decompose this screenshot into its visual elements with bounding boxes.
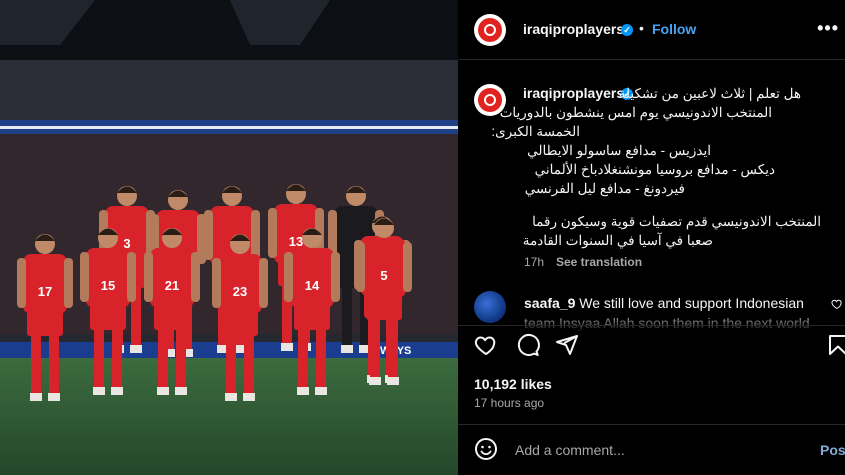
heart-icon[interactable] [474, 333, 498, 357]
verified-badge-icon: ✓ [621, 24, 633, 36]
jersey-number: 15 [101, 278, 115, 293]
jersey-number: 23 [233, 284, 247, 299]
see-translation-link[interactable]: See translation [556, 255, 642, 269]
composer-divider [458, 424, 845, 425]
jersey-number: 5 [380, 268, 387, 283]
caption-line-1: هل تعلم | ثلاث لاعبين من تشكيلة [618, 86, 801, 101]
follow-button[interactable]: Follow [652, 21, 696, 37]
comment-icon[interactable] [516, 333, 540, 357]
header-divider [458, 59, 845, 60]
likes-count[interactable]: 10,192 likes [474, 376, 552, 392]
caption-time[interactable]: 17h [524, 255, 544, 269]
caption-username[interactable]: iraqiproplayers [523, 85, 624, 101]
comment-like-icon[interactable] [831, 298, 843, 310]
caption-line-2: المنتخب الاندونيسي يوم امس ينشطون بالدور… [499, 105, 772, 120]
post-button[interactable]: Post [820, 442, 845, 458]
comment-fade [518, 313, 838, 333]
comment-input[interactable]: Add a comment... [515, 442, 625, 458]
caption-line-4: ايدزيس - مدافع ساسولو الايطالي [527, 143, 711, 158]
caption-line-6: فيردونغ - مدافع ليل الفرنسي [524, 181, 685, 196]
commenter-avatar[interactable] [474, 291, 506, 323]
caption-line-8: صعبا في آسيا في السنوات القادمة [522, 233, 713, 248]
actions-divider [458, 325, 845, 326]
team-photo-illustration: WAYS 31317152123145 [0, 0, 458, 475]
caption-line-3: الخمسة الكبرى: [491, 124, 580, 139]
separator-dot: • [639, 20, 644, 36]
posted-time: 17 hours ago [474, 396, 545, 410]
caption-line-5: ديكس - مدافع بروسيا مونشنغلادباخ الألمان… [534, 162, 775, 177]
jersey-number: 17 [38, 284, 52, 299]
comment-username[interactable]: saafa_9 [524, 295, 575, 311]
more-options-icon[interactable]: ••• [817, 18, 839, 39]
author-username[interactable]: iraqiproplayers [523, 21, 624, 37]
jersey-number: 21 [165, 278, 179, 293]
post-panel: iraqiproplayers ✓ • Follow ••• iraqiprop… [458, 0, 845, 475]
jersey-number: 14 [305, 278, 320, 293]
post-photo[interactable]: WAYS 31317152123145 [0, 0, 458, 475]
author-avatar[interactable] [474, 14, 506, 46]
emoji-icon[interactable] [474, 437, 498, 461]
share-icon[interactable] [555, 333, 579, 357]
jersey-number: 13 [289, 234, 303, 249]
caption-line-7: المنتخب الاندونيسي قدم تصفيات قوية وسيكو… [532, 214, 821, 229]
bookmark-icon[interactable] [826, 333, 845, 357]
